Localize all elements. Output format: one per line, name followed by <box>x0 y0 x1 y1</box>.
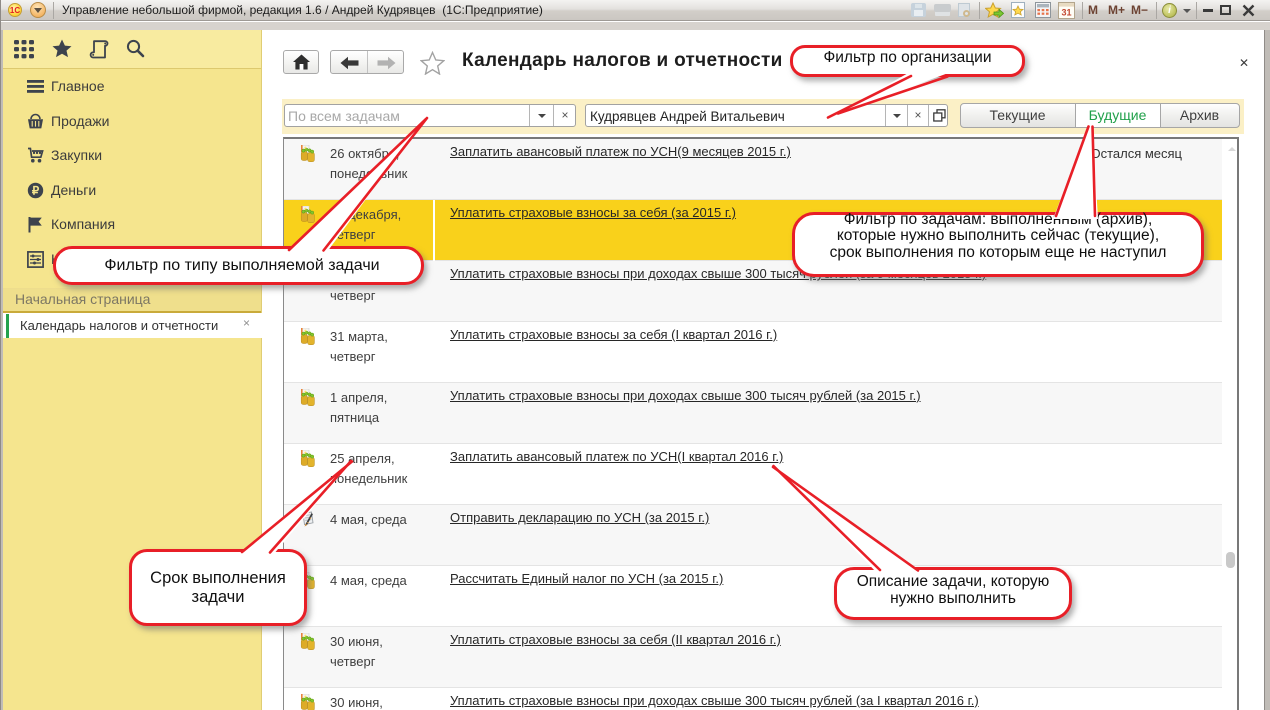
svg-text:₽: ₽ <box>32 185 40 197</box>
svg-text:31: 31 <box>1061 8 1071 18</box>
